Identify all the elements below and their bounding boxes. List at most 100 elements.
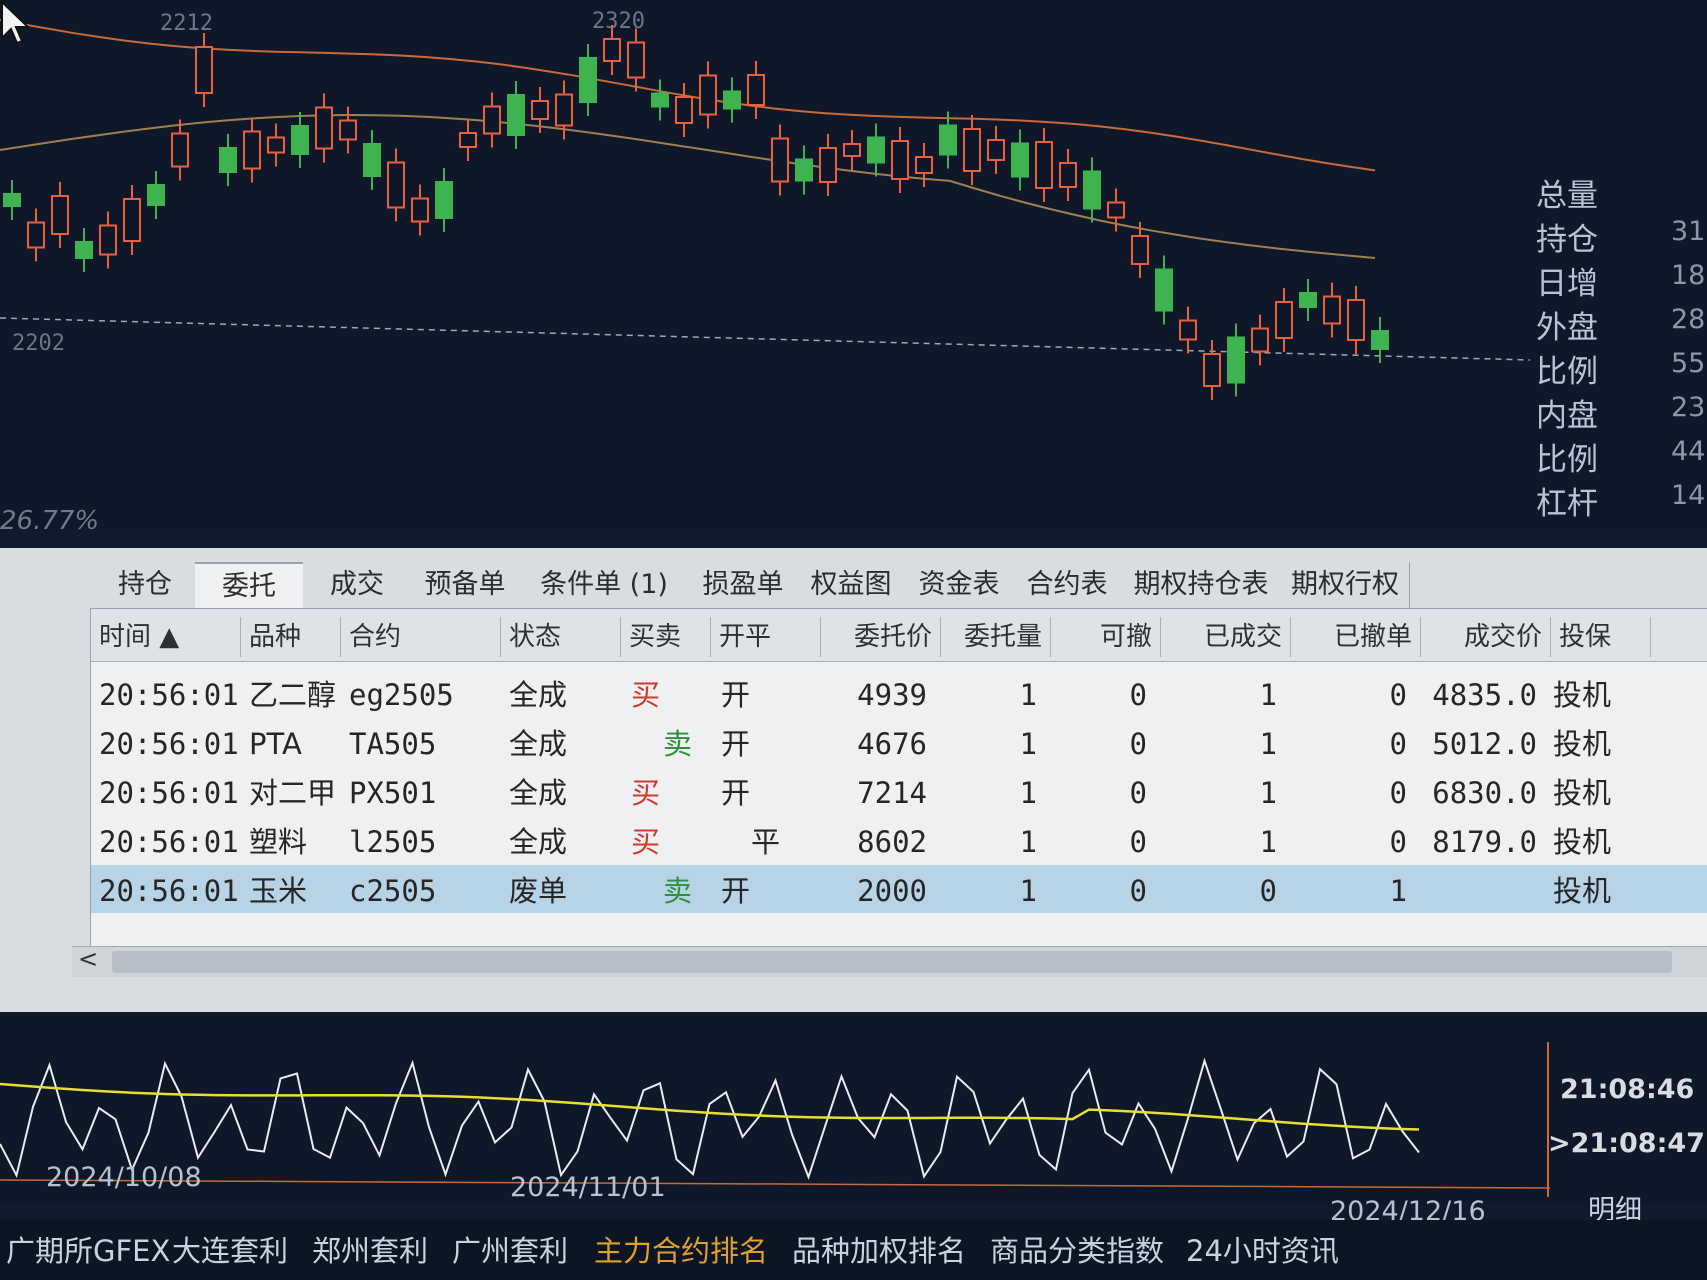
table-row[interactable]: 20:56:01 乙二醇 eg2505 全成 买 开 4939 1 0 1 0 4835.0 投机: [91, 669, 1707, 717]
cell-hedge: 投机: [1553, 874, 1612, 908]
column-header[interactable]: 委托量: [941, 617, 1051, 657]
side-stat-row: 比例 55: [1536, 346, 1706, 390]
cell-oc: 平: [751, 825, 781, 859]
cell-oc: 开: [721, 727, 751, 761]
column-header[interactable]: 已撤单: [1291, 617, 1421, 657]
column-header[interactable]: 成交价: [1421, 617, 1551, 657]
candle: [1323, 282, 1341, 338]
candle: [1059, 149, 1077, 201]
bottom-tab-6[interactable]: 商品分类指数: [990, 1228, 1164, 1270]
time-label-2: >21:08:47: [1548, 1128, 1705, 1159]
candle: [339, 106, 357, 154]
side-stat-row: 持仓 3105: [1536, 214, 1707, 258]
cell-qty: 1: [1019, 825, 1037, 859]
candle: [483, 92, 501, 148]
cell-status: 全成: [509, 727, 568, 761]
side-stats-panel: 总量持仓 3105 日增 180 外盘 28 比例 55 内盘 23 比例 44 杠杆 14: [1530, 170, 1707, 540]
cell-oc: 开: [721, 678, 751, 712]
candle: [939, 111, 957, 169]
candle: [1275, 288, 1293, 352]
column-header[interactable]: 可撤: [1051, 617, 1161, 657]
kline-chart[interactable]: 2212 2320 2202 总量持仓 3105 日增 180 外盘 28 比例 55 内盘 23…: [0, 0, 1707, 536]
side-stat-value: 44: [1671, 436, 1706, 467]
cell-hedge: 投机: [1553, 825, 1612, 859]
cell-filled: 0: [1259, 874, 1277, 908]
side-stat-label: 日增: [1536, 266, 1598, 302]
tab-7[interactable]: 资金表: [905, 562, 1014, 608]
tab-3[interactable]: 预备单: [411, 562, 520, 608]
side-stat-row: 比例 44: [1536, 434, 1706, 478]
column-header[interactable]: 开平: [711, 617, 821, 657]
kline-svg: 2212 2320 2202: [0, 9, 1530, 400]
candle: [891, 127, 909, 193]
bottom-tab-1[interactable]: 大连套利: [172, 1228, 288, 1270]
table-row[interactable]: 20:56:01 塑料 l2505 全成 买 平 8602 1 0 1 0 8179.0 投机: [91, 816, 1707, 864]
bottom-tab-0[interactable]: 广期所GFEX: [6, 1228, 170, 1270]
tab-10[interactable]: 期权行权: [1281, 562, 1410, 608]
tab-6[interactable]: 权益图: [797, 562, 906, 608]
cell-side: 卖: [663, 874, 693, 908]
tab-0[interactable]: 持仓: [95, 562, 196, 608]
cell-status: 全成: [509, 776, 568, 810]
candle: [1035, 128, 1053, 202]
tab-5[interactable]: 损盈单: [689, 562, 798, 608]
cell-cancelled: 0: [1389, 825, 1407, 859]
cell-filled: 1: [1259, 825, 1277, 859]
candle: [411, 184, 429, 236]
oscillator-line: [0, 1057, 1420, 1180]
cell-filled: 1: [1259, 727, 1277, 761]
bottom-tab-4[interactable]: 主力合约排名: [594, 1228, 768, 1270]
column-header[interactable]: 投保: [1551, 617, 1651, 657]
side-stat-row: 日增 180: [1536, 258, 1707, 302]
indicator-chart[interactable]: 21:08:46 >21:08:47 2024/10/08 2024/11/01…: [0, 1012, 1707, 1227]
side-stat-value: 28: [1671, 304, 1706, 335]
table-row[interactable]: 20:56:01 对二甲 PX501 全成 买 开 7214 1 0 1 0 6830.0 投机: [91, 767, 1707, 815]
candle: [579, 44, 597, 116]
tab-9[interactable]: 期权持仓表: [1121, 562, 1282, 608]
cell-status: 全成: [509, 825, 568, 859]
cell-time: 20:56:01: [99, 776, 239, 810]
order-table[interactable]: 时间 ▲ 品种 合约 状态 买卖 开平 委托价 委托量 可撤 已成交 已撤单 成交价 投保 20:56:…: [90, 608, 1707, 970]
table-row[interactable]: 20:56:01 玉米 c2505 废单 卖开 2000 1 0 0 1 投机: [91, 865, 1707, 913]
candle: [699, 61, 717, 129]
bottom-tab-2[interactable]: 郑州套利: [312, 1228, 428, 1270]
cell-contract: TA505: [349, 727, 437, 761]
candle: [963, 115, 981, 185]
tab-1[interactable]: 委托: [195, 562, 304, 610]
side-stat-value: 180: [1671, 260, 1707, 291]
bottom-tab-5[interactable]: 品种加权排名: [792, 1228, 966, 1270]
date-label-2: 2024/11/01: [510, 1172, 666, 1203]
candle: [651, 79, 669, 121]
scrollbar-thumb[interactable]: [112, 951, 1672, 973]
column-header[interactable]: 品种: [241, 617, 341, 657]
candle: [987, 126, 1005, 174]
column-header[interactable]: 已成交: [1161, 617, 1291, 657]
column-header[interactable]: 状态: [501, 617, 621, 657]
side-stat-label: 内盘: [1536, 398, 1598, 434]
tab-8[interactable]: 合约表: [1013, 562, 1122, 608]
candle: [1347, 286, 1365, 354]
bottom-tab-7[interactable]: 24小时资讯: [1186, 1228, 1339, 1270]
candle: [795, 145, 813, 195]
column-header[interactable]: 时间 ▲: [91, 617, 241, 657]
side-stat-label: 杠杆: [1536, 486, 1598, 522]
cell-cancelled: 0: [1389, 727, 1407, 761]
cell-product: 对二甲: [249, 776, 337, 810]
bottom-tab-3[interactable]: 广州套利: [452, 1228, 568, 1270]
tab-4[interactable]: 条件单 (1): [519, 562, 690, 608]
horizontal-scrollbar[interactable]: <: [72, 945, 1707, 977]
cell-cancelled: 0: [1389, 776, 1407, 810]
cell-product: 玉米: [249, 874, 308, 908]
column-header[interactable]: 买卖: [621, 617, 711, 657]
column-header[interactable]: 合约: [341, 617, 501, 657]
cell-cancelable: 0: [1129, 874, 1147, 908]
candle: [123, 185, 141, 255]
cell-side: 买: [631, 678, 661, 712]
column-header[interactable]: 委托价: [821, 617, 941, 657]
cell-qty: 1: [1019, 776, 1037, 810]
table-row[interactable]: 20:56:01 PTA TA505 全成 卖开 4676 1 0 1 0 5012.0 投机: [91, 718, 1707, 766]
scroll-left-icon[interactable]: <: [78, 945, 98, 973]
candle: [819, 134, 837, 196]
tab-2[interactable]: 成交: [303, 562, 412, 608]
cell-time: 20:56:01: [99, 678, 239, 712]
